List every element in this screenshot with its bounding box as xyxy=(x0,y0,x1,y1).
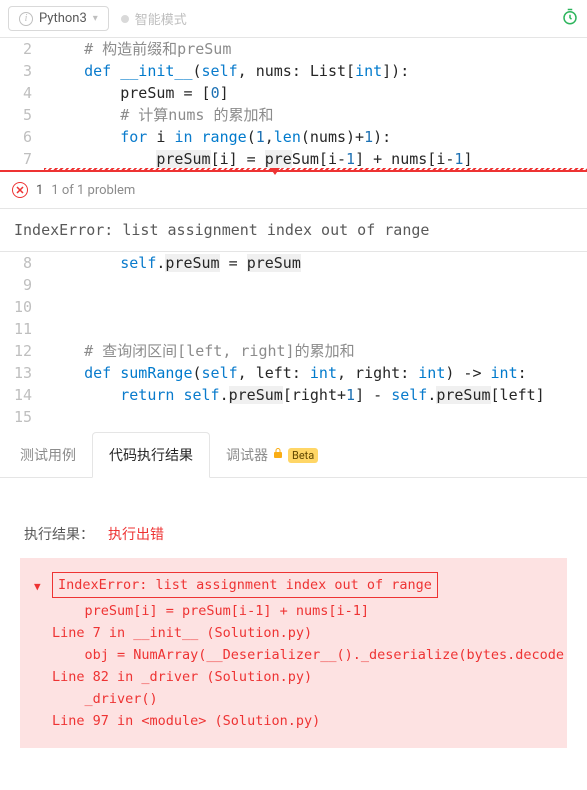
code-line[interactable]: 11 xyxy=(0,318,587,340)
line-number: 9 xyxy=(0,274,44,296)
code-content[interactable]: preSum = [0] xyxy=(44,82,587,104)
code-content[interactable]: def sumRange(self, left: int, right: int… xyxy=(44,362,587,384)
error-icon: ✕ xyxy=(12,182,28,198)
info-icon: i xyxy=(19,12,33,26)
problem-count: 1 xyxy=(36,183,43,198)
smart-mode-label: 智能模式 xyxy=(135,9,187,28)
code-line[interactable]: 12 # 查询闭区间[left, right]的累加和 xyxy=(0,340,587,362)
line-number: 3 xyxy=(0,60,44,82)
result-panel: 执行结果： 执行出错 ▼ IndexError: list assignment… xyxy=(0,478,587,760)
language-select[interactable]: i Python3 ▾ xyxy=(8,6,109,31)
result-tabs: 测试用例 代码执行结果 调试器 Beta xyxy=(0,432,587,478)
code-line[interactable]: 6 for i in range(1,len(nums)+1): xyxy=(0,126,587,148)
line-number: 14 xyxy=(0,384,44,406)
problems-bar[interactable]: ✕ 1 1 of 1 problem xyxy=(0,172,587,209)
line-number: 5 xyxy=(0,104,44,126)
tab-test-cases[interactable]: 测试用例 xyxy=(4,433,92,477)
trace-error-main: IndexError: list assignment index out of… xyxy=(52,572,438,598)
error-message: IndexError: list assignment index out of… xyxy=(0,209,587,252)
code-content[interactable]: # 查询闭区间[left, right]的累加和 xyxy=(44,340,587,362)
problem-summary: 1 of 1 problem xyxy=(51,183,135,198)
beta-badge: Beta xyxy=(288,448,318,463)
line-number: 4 xyxy=(0,82,44,104)
code-content[interactable] xyxy=(44,296,587,318)
line-number: 12 xyxy=(0,340,44,362)
code-content[interactable]: def __init__(self, nums: List[int]): xyxy=(44,60,587,82)
error-caret-icon xyxy=(270,168,280,175)
code-line[interactable]: 3 def __init__(self, nums: List[int]): xyxy=(0,60,587,82)
trace-line: obj = NumArray(__Deserializer__()._deser… xyxy=(52,644,551,666)
code-content[interactable]: return self.preSum[right+1] - self.preSu… xyxy=(44,384,587,406)
code-content[interactable] xyxy=(44,274,587,296)
trace-line: Line 82 in _driver (Solution.py) xyxy=(52,666,551,688)
code-line[interactable]: 15 xyxy=(0,406,587,428)
code-content[interactable]: for i in range(1,len(nums)+1): xyxy=(44,126,587,148)
status-dot-icon xyxy=(121,15,129,23)
tab-debugger[interactable]: 调试器 Beta xyxy=(210,433,334,477)
timer-icon[interactable] xyxy=(561,8,579,30)
trace-line: preSum[i] = preSum[i-1] + nums[i-1] xyxy=(52,600,551,622)
code-content[interactable] xyxy=(44,406,587,428)
trace-line: _driver() xyxy=(52,688,551,710)
code-line[interactable]: 4 preSum = [0] xyxy=(0,82,587,104)
code-line[interactable]: 13 def sumRange(self, left: int, right: … xyxy=(0,362,587,384)
tab-code-result[interactable]: 代码执行结果 xyxy=(92,432,210,478)
line-number: 11 xyxy=(0,318,44,340)
error-traceback: ▼ IndexError: list assignment index out … xyxy=(20,558,567,748)
trace-line: Line 97 in <module> (Solution.py) xyxy=(52,710,551,732)
code-line[interactable]: 8 self.preSum = preSum xyxy=(0,252,587,274)
code-line[interactable]: 7 preSum[i] = preSum[i-1] + nums[i-1] xyxy=(0,148,587,170)
line-number: 13 xyxy=(0,362,44,384)
line-number: 2 xyxy=(0,38,44,60)
line-number: 7 xyxy=(0,148,44,170)
code-line[interactable]: 2 # 构造前缀和preSum xyxy=(0,38,587,60)
code-content[interactable]: self.preSum = preSum xyxy=(44,252,587,274)
trace-line: Line 7 in __init__ (Solution.py) xyxy=(52,622,551,644)
code-line[interactable]: 10 xyxy=(0,296,587,318)
collapse-caret-icon[interactable]: ▼ xyxy=(34,576,41,598)
line-number: 6 xyxy=(0,126,44,148)
result-label: 执行结果： xyxy=(24,524,94,544)
line-number: 8 xyxy=(0,252,44,274)
code-editor-continued[interactable]: 8 self.preSum = preSum9 10 11 12 # 查询闭区间… xyxy=(0,252,587,428)
result-status: 执行出错 xyxy=(108,524,164,544)
code-line[interactable]: 5 # 计算nums 的累加和 xyxy=(0,104,587,126)
code-line[interactable]: 9 xyxy=(0,274,587,296)
code-content[interactable]: preSum[i] = preSum[i-1] + nums[i-1] xyxy=(44,148,587,170)
code-content[interactable]: # 计算nums 的累加和 xyxy=(44,104,587,126)
code-content[interactable] xyxy=(44,318,587,340)
code-line[interactable]: 14 return self.preSum[right+1] - self.pr… xyxy=(0,384,587,406)
line-number: 10 xyxy=(0,296,44,318)
language-label: Python3 xyxy=(39,11,87,26)
chevron-down-icon: ▾ xyxy=(93,13,98,24)
tab-debugger-label: 调试器 xyxy=(226,445,268,465)
code-content[interactable]: # 构造前缀和preSum xyxy=(44,38,587,60)
smart-mode-toggle[interactable]: 智能模式 xyxy=(121,9,187,28)
line-number: 15 xyxy=(0,406,44,428)
code-editor[interactable]: 2 # 构造前缀和preSum3 def __init__(self, nums… xyxy=(0,38,587,170)
lock-icon xyxy=(272,447,284,463)
top-toolbar: i Python3 ▾ 智能模式 xyxy=(0,0,587,38)
